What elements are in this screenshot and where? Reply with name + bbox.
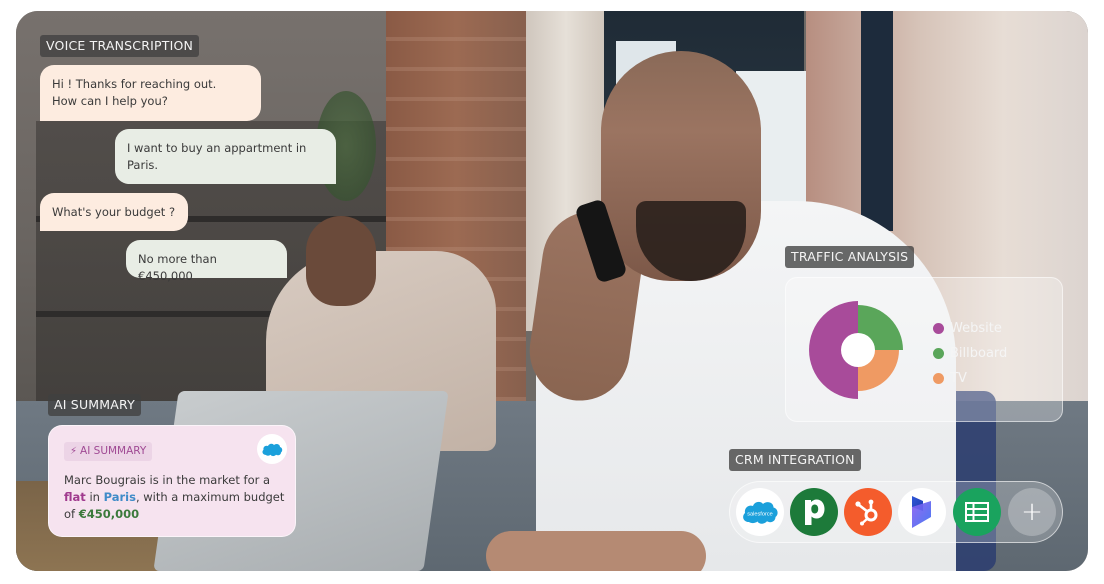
ai-summary-label: AI SUMMARY xyxy=(48,394,141,416)
legend-label: Website xyxy=(950,321,1002,336)
traffic-analysis-label: TRAFFIC ANALYSIS xyxy=(785,246,915,268)
chat-message-client: No more than €450,000 xyxy=(126,240,287,283)
salesforce-logo-icon xyxy=(257,434,287,464)
ai-summary-card: ⚡ AI SUMMARY Marc Bougrais is in the mark… xyxy=(48,425,296,537)
ai-summary-text: Marc Bougrais is in the market for a fla… xyxy=(64,473,285,521)
legend-label: TV xyxy=(950,371,967,386)
highlight-property-type: flat xyxy=(64,490,86,504)
plus-icon: + xyxy=(1021,497,1043,527)
chat-message-client: I want to buy an appartment in Paris. xyxy=(115,129,336,184)
pipedrive-icon[interactable] xyxy=(790,488,838,536)
legend-dot xyxy=(933,348,944,359)
message-line: No more than €450,000 xyxy=(138,252,217,283)
ai-summary-tag: ⚡ AI SUMMARY xyxy=(64,442,153,461)
lightning-bolt-icon: ⚡ xyxy=(70,446,78,457)
legend-dot xyxy=(933,323,944,334)
voice-transcription-label: VOICE TRANSCRIPTION xyxy=(40,35,200,57)
traffic-analysis-panel xyxy=(785,277,1063,422)
chat-message-agent: What's your budget ? xyxy=(40,193,188,231)
message-line: Hi ! Thanks for reaching out. xyxy=(52,77,217,91)
message-line: I want to buy an appartment in xyxy=(127,141,307,155)
legend-item-billboard: Billboard xyxy=(933,341,1007,366)
message-line: What's your budget ? xyxy=(52,205,176,219)
dynamics-icon[interactable] xyxy=(898,488,946,536)
legend-dot xyxy=(933,373,944,384)
salesforce-icon[interactable]: salesforce xyxy=(736,488,784,536)
chart-legend: Website Billboard TV xyxy=(933,316,1007,391)
legend-item-tv: TV xyxy=(933,366,1007,391)
legend-label: Billboard xyxy=(950,346,1008,361)
highlight-budget: €450,000 xyxy=(78,507,140,521)
crm-integration-label: CRM INTEGRATION xyxy=(729,449,861,471)
hubspot-icon[interactable] xyxy=(844,488,892,536)
highlight-location: Paris xyxy=(103,490,136,504)
legend-item-website: Website xyxy=(933,316,1007,341)
add-integration-button[interactable]: + xyxy=(1008,488,1056,536)
message-line: How can I help you? xyxy=(52,94,168,108)
google-sheets-icon[interactable] xyxy=(953,488,1001,536)
chat-message-agent: Hi ! Thanks for reaching out. How can I … xyxy=(40,65,261,121)
svg-text:salesforce: salesforce xyxy=(747,512,773,518)
ai-summary-tag-text: AI SUMMARY xyxy=(80,445,147,457)
message-line: Paris. xyxy=(127,158,159,172)
